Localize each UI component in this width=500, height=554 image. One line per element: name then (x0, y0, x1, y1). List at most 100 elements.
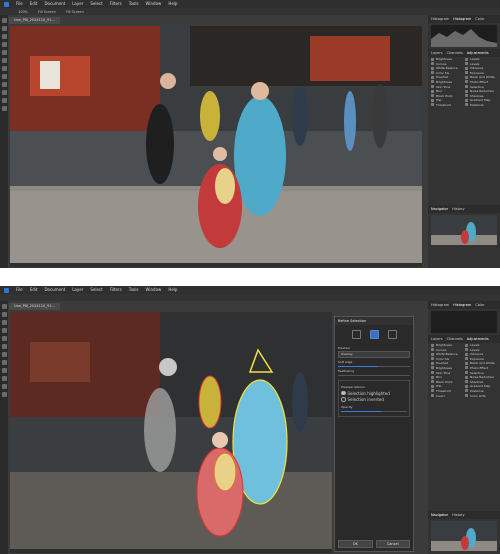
adjustment-item[interactable]: Levels (465, 57, 497, 61)
navigator-thumbnail[interactable] (431, 521, 497, 551)
adjustment-item[interactable]: Black Point (431, 94, 463, 98)
move-tool-icon[interactable] (1, 304, 7, 309)
add-brush-icon[interactable] (351, 330, 361, 339)
photo-canvas[interactable] (10, 26, 422, 263)
tab-navigator[interactable]: Navigator (431, 207, 448, 211)
adjustment-item[interactable]: Black And White (465, 361, 497, 365)
adjustment-item[interactable]: White Balance (431, 66, 463, 70)
adjustment-item[interactable]: HSL (431, 384, 463, 388)
crop-tool-icon[interactable] (1, 50, 7, 55)
adjustment-item[interactable]: Black And White (465, 75, 497, 79)
opacity-slider[interactable] (341, 410, 407, 412)
tab-color[interactable]: Color (475, 303, 484, 307)
cancel-button[interactable]: Cancel (375, 540, 410, 548)
document-tab[interactable]: Uae_P8i_2024110_91... (9, 17, 60, 24)
move-tool-icon[interactable] (1, 18, 7, 23)
adjustment-item[interactable]: Levels (465, 343, 497, 347)
crop-tool-icon[interactable] (1, 336, 7, 341)
eyedropper-tool-icon[interactable] (1, 384, 7, 389)
clone-tool-icon[interactable] (1, 74, 7, 79)
adjustment-item[interactable]: Selective (465, 85, 497, 89)
adjustment-item[interactable]: Threshold (431, 103, 463, 107)
eraser-tool-icon[interactable] (1, 66, 7, 71)
adjustment-item[interactable]: Blur (431, 89, 463, 93)
adjustment-item[interactable]: Levels (465, 348, 497, 352)
menu-window[interactable]: Window (146, 0, 162, 8)
refine-brush-icon[interactable] (369, 330, 379, 339)
adjustment-item[interactable]: Vibrance (465, 352, 497, 356)
adjustment-item[interactable]: Brightness (431, 80, 463, 84)
adjustment-item[interactable]: Noise Reduction (465, 375, 497, 379)
menu-select[interactable]: Select (90, 286, 102, 294)
adjustment-item[interactable]: Hue/Sat (431, 75, 463, 79)
tab-navigator[interactable]: Navigator (431, 513, 448, 517)
fill-screen-button[interactable]: Fill Screen (66, 10, 84, 14)
tab-histogram-1[interactable]: Histogram (431, 303, 449, 307)
tab-history[interactable]: History (452, 207, 464, 211)
brush-tool-icon[interactable] (1, 344, 7, 349)
adjustment-item[interactable]: Vibrance (465, 66, 497, 70)
adjustment-item[interactable]: Black Point (431, 380, 463, 384)
menu-file[interactable]: File (16, 0, 23, 8)
adjustment-item[interactable]: Color SG (431, 71, 463, 75)
option-inverted-row[interactable]: Selection inverted (341, 397, 407, 402)
menu-layer[interactable]: Layer (72, 0, 83, 8)
soft-edge-slider[interactable] (338, 365, 410, 367)
option-highlighted-row[interactable]: Selection highlighted (341, 391, 407, 396)
adjustment-item[interactable]: Skin Tone (431, 371, 463, 375)
menu-select[interactable]: Select (90, 0, 102, 8)
adjustment-item[interactable]: Selective (465, 371, 497, 375)
menu-document[interactable]: Document (44, 286, 65, 294)
menu-file[interactable]: File (16, 286, 23, 294)
shape-tool-icon[interactable] (1, 376, 7, 381)
eraser-tool-icon[interactable] (1, 352, 7, 357)
menu-layer[interactable]: Layer (72, 286, 83, 294)
adjustment-item[interactable]: Gradient Map (465, 384, 497, 388)
tab-channels[interactable]: Channels (447, 51, 463, 55)
fit-screen-button[interactable]: Fill Screen (38, 10, 56, 14)
adjustment-item[interactable]: Hue/Sat (431, 361, 463, 365)
adjustment-item[interactable]: Posterize (465, 389, 497, 393)
menu-filters[interactable]: Filters (110, 286, 122, 294)
shape-tool-icon[interactable] (1, 90, 7, 95)
tab-histogram-2[interactable]: Histogram (453, 17, 471, 21)
tab-histogram-1[interactable]: Histogram (431, 17, 449, 21)
adjustment-item[interactable]: HSL (431, 98, 463, 102)
zoom-tool-icon[interactable] (1, 392, 7, 397)
adjustment-item[interactable]: Curves (431, 348, 463, 352)
adjustment-item[interactable]: Shadows (465, 94, 497, 98)
document-tab[interactable]: Uae_P8i_2024110_91... (9, 303, 60, 310)
menu-window[interactable]: Window (146, 286, 162, 294)
adjustment-item[interactable]: White Balance (431, 352, 463, 356)
radio-off-icon[interactable] (341, 397, 346, 402)
adjustment-item[interactable]: Photo Effect (465, 80, 497, 84)
ok-button[interactable]: OK (338, 540, 373, 548)
radio-on-icon[interactable] (341, 390, 346, 396)
adjustment-item[interactable]: Posterize (465, 103, 497, 107)
adjustment-item[interactable]: Brightness (431, 343, 463, 347)
lasso-tool-icon[interactable] (1, 320, 7, 325)
zoom-tool-icon[interactable] (1, 106, 7, 111)
subtract-brush-icon[interactable] (387, 330, 397, 339)
feathering-slider[interactable] (338, 374, 410, 376)
eyedropper-tool-icon[interactable] (1, 98, 7, 103)
tab-adjustments[interactable]: Adjustments (467, 51, 489, 55)
adjustment-item[interactable]: Exposure (465, 357, 497, 361)
tab-layers[interactable]: Layers (431, 51, 443, 55)
adjustment-item[interactable]: Curves (431, 62, 463, 66)
tab-history[interactable]: History (452, 513, 464, 517)
brush-tool-icon[interactable] (1, 58, 7, 63)
select-tool-icon[interactable] (1, 26, 7, 31)
adjustment-item[interactable]: Levels (465, 62, 497, 66)
menu-document[interactable]: Document (44, 0, 65, 8)
adjustment-item[interactable]: Skin Tone (431, 85, 463, 89)
tab-adjustments[interactable]: Adjustments (467, 337, 489, 341)
adjustment-item[interactable]: Threshold (431, 389, 463, 393)
menu-help[interactable]: Help (168, 0, 177, 8)
menu-filters[interactable]: Filters (110, 0, 122, 8)
text-tool-icon[interactable] (1, 368, 7, 373)
menu-tools[interactable]: Tools (129, 286, 139, 294)
adjustment-item[interactable]: Photo Effect (465, 366, 497, 370)
menu-edit[interactable]: Edit (30, 286, 38, 294)
adjustment-item[interactable]: Gradient Map (465, 98, 497, 102)
